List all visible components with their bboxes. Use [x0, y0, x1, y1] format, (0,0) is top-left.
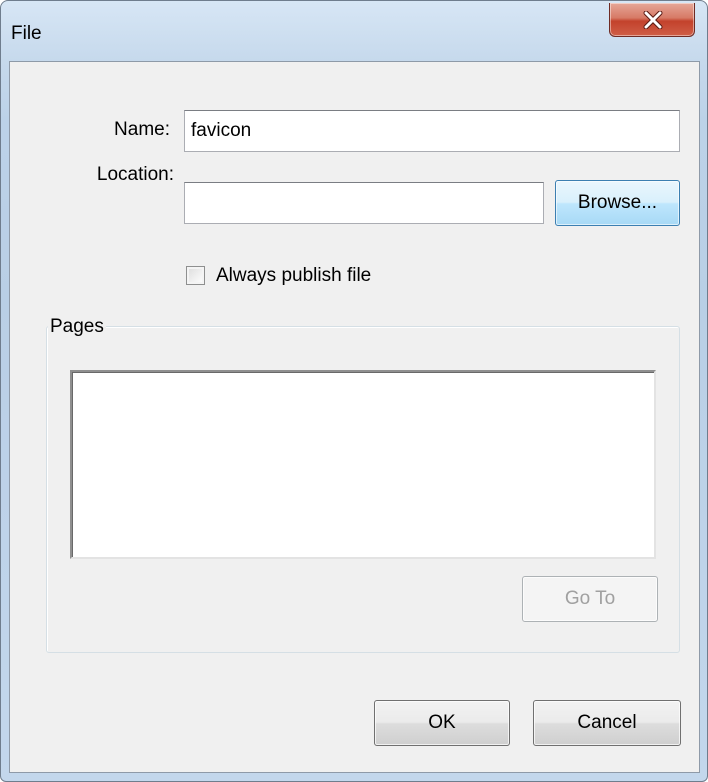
go-to-button[interactable]: Go To	[522, 576, 658, 622]
close-icon	[643, 11, 663, 29]
cancel-button-label: Cancel	[577, 712, 637, 733]
cancel-button[interactable]: Cancel	[533, 700, 681, 746]
always-publish-checkbox[interactable]	[186, 266, 205, 285]
name-label: Name:	[114, 119, 170, 140]
location-input[interactable]	[184, 182, 544, 224]
dialog-content: Name: Location: Browse... Always publish…	[9, 61, 700, 773]
browse-button[interactable]: Browse...	[555, 180, 680, 226]
go-to-button-label: Go To	[564, 588, 616, 609]
always-publish-label: Always publish file	[216, 265, 372, 286]
browse-button-label: Browse...	[577, 192, 658, 213]
title-bar[interactable]: File	[1, 1, 707, 61]
file-dialog-window: File Name: Location: Browse... Always pu…	[0, 0, 708, 782]
location-label: Location:	[96, 164, 174, 185]
ok-button[interactable]: OK	[374, 700, 510, 746]
pages-group-label: Pages	[48, 316, 106, 338]
name-input[interactable]	[184, 110, 680, 152]
window-title: File	[11, 23, 42, 44]
ok-button-label: OK	[428, 712, 456, 733]
close-button[interactable]	[609, 3, 695, 37]
pages-list[interactable]	[70, 370, 656, 559]
